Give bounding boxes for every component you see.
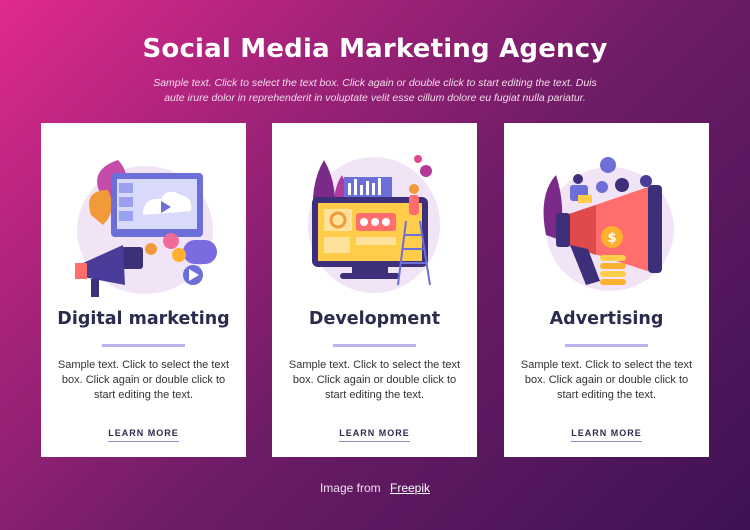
freepik-link[interactable]: Freepik <box>390 481 430 495</box>
learn-more-link[interactable]: LEARN MORE <box>571 428 642 442</box>
learn-more-wrapper: LEARN MORE <box>504 423 709 442</box>
card-title: Digital marketing <box>57 309 230 329</box>
development-illustration <box>308 155 440 293</box>
svg-text:$: $ <box>607 231 616 246</box>
card-description[interactable]: Sample text. Click to select the text bo… <box>514 358 699 403</box>
card-description[interactable]: Sample text. Click to select the text bo… <box>282 358 467 403</box>
card-development: Development Sample text. Click to select… <box>272 123 477 457</box>
title-divider <box>102 344 185 347</box>
image-credit: Image from Freepik <box>0 481 750 495</box>
title-divider <box>565 344 648 347</box>
learn-more-wrapper: LEARN MORE <box>41 423 246 442</box>
title-divider <box>333 344 416 347</box>
card-advertising: $ Advertising Sample text. Click to sele… <box>504 123 709 457</box>
card-title: Advertising <box>549 309 664 329</box>
digital-marketing-illustration <box>75 160 217 297</box>
card-description[interactable]: Sample text. Click to select the text bo… <box>51 358 236 403</box>
page-title: Social Media Marketing Agency <box>142 34 608 64</box>
learn-more-link[interactable]: LEARN MORE <box>108 428 179 442</box>
advertising-illustration: $ <box>543 157 674 291</box>
page-subtitle[interactable]: Sample text. Click to select the text bo… <box>150 76 600 106</box>
card-title: Development <box>308 309 441 329</box>
learn-more-wrapper: LEARN MORE <box>272 423 477 442</box>
card-digital-marketing: Digital marketing Sample text. Click to … <box>41 123 246 457</box>
learn-more-link[interactable]: LEARN MORE <box>339 428 410 442</box>
credit-prefix: Image from <box>319 481 381 495</box>
